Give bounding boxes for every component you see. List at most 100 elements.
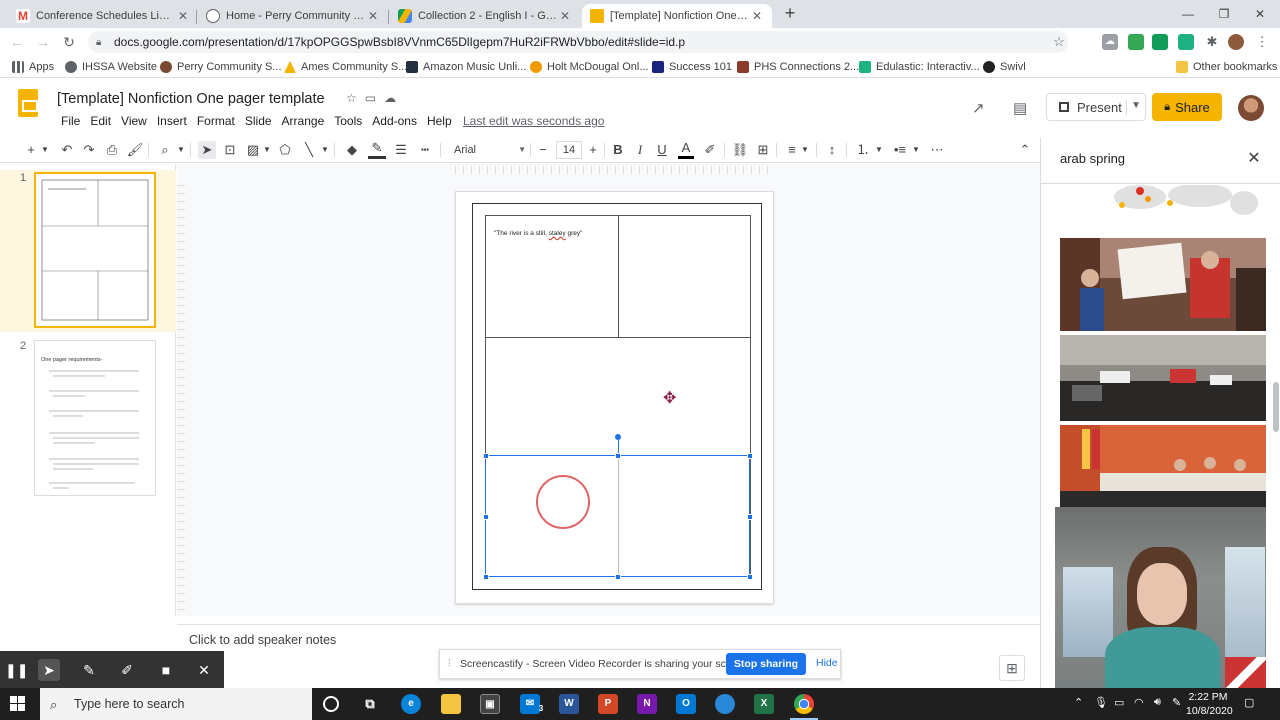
font-family-select[interactable]: Arial ▼: [454, 141, 528, 159]
italic-icon[interactable]: I: [632, 141, 648, 159]
text-color-icon[interactable]: A: [678, 141, 694, 159]
cortana-icon[interactable]: [323, 696, 339, 712]
close-icon[interactable]: ✕: [176, 9, 190, 23]
bookmark-amazon-music[interactable]: Amazon Music Unli...: [406, 59, 526, 75]
paint-format-icon[interactable]: 🖌︎: [126, 141, 144, 159]
close-icon[interactable]: ✕: [193, 659, 215, 681]
more-options-icon[interactable]: ⋯: [928, 141, 946, 159]
taskbar-clock[interactable]: 2:22 PM 10/8/2020: [1186, 690, 1233, 718]
notifications-icon[interactable]: ▢: [1244, 696, 1254, 709]
add-comment-icon[interactable]: ⊞: [754, 141, 772, 159]
bold-icon[interactable]: B: [610, 141, 626, 159]
menu-arrange[interactable]: Arrange: [277, 112, 330, 130]
image-result-map[interactable]: [1060, 185, 1266, 227]
forward-icon[interactable]: →: [34, 33, 52, 51]
chrome-icon[interactable]: [794, 694, 814, 714]
image-icon[interactable]: ▨: [244, 141, 262, 159]
link-icon[interactable]: ⛓: [731, 141, 749, 159]
close-icon[interactable]: ✕: [558, 9, 572, 23]
line-spacing-icon[interactable]: ↕: [823, 141, 841, 159]
reload-icon[interactable]: ↻: [60, 33, 78, 51]
star-icon[interactable]: ☆: [346, 91, 357, 105]
numbered-list-icon[interactable]: ⒈: [854, 141, 872, 159]
activity-trend-icon[interactable]: ↗: [972, 99, 985, 117]
highlight-icon[interactable]: ✐: [702, 141, 718, 159]
close-icon[interactable]: ✕: [750, 9, 764, 23]
new-tab-button[interactable]: +: [780, 4, 800, 24]
text-box-icon[interactable]: ⊡: [221, 141, 239, 159]
menu-help[interactable]: Help: [422, 112, 457, 130]
camera-icon[interactable]: ■: [155, 659, 177, 681]
bookmark-phs[interactable]: PHS Connections 2...: [737, 59, 859, 75]
image-result-conference[interactable]: [1060, 425, 1266, 509]
line-icon[interactable]: ╲: [300, 141, 318, 159]
minimize-icon[interactable]: —: [1170, 0, 1206, 28]
microphone-icon[interactable]: 🎙︎: [1094, 696, 1108, 709]
cursor-icon[interactable]: ➤: [38, 659, 60, 681]
tab-perry-home[interactable]: Home - Perry Community School ✕: [198, 4, 388, 28]
tab-gmail[interactable]: M Conference Schedules Link - wen ✕: [8, 4, 198, 28]
outlook-icon[interactable]: O: [676, 694, 696, 714]
increase-font-size-icon[interactable]: +: [586, 141, 600, 159]
resize-handle-r[interactable]: [747, 514, 753, 520]
menu-file[interactable]: File: [56, 112, 85, 130]
extension-edulastic-icon[interactable]: [1178, 34, 1194, 50]
hide-button[interactable]: Hide: [816, 657, 838, 669]
select-arrow-icon[interactable]: ➤: [198, 141, 216, 159]
menu-edit[interactable]: Edit: [85, 112, 116, 130]
volume-icon[interactable]: 🔊︎: [1154, 696, 1161, 709]
border-color-icon[interactable]: ✎: [368, 141, 386, 159]
network-icon[interactable]: ▭: [1114, 696, 1124, 709]
redo-icon[interactable]: ↷: [80, 141, 98, 159]
pen-tray-icon[interactable]: ✎: [1172, 696, 1181, 709]
new-slide-icon[interactable]: +: [24, 141, 38, 159]
undo-icon[interactable]: ↶: [58, 141, 76, 159]
slide-thumbnail-2[interactable]: One pager requirements-: [34, 340, 156, 496]
extension-cloud-icon[interactable]: ☁: [1102, 34, 1118, 50]
bookmark-ihssa[interactable]: IHSSA Website: [65, 59, 157, 75]
resize-handle-l[interactable]: [483, 514, 489, 520]
share-button[interactable]: 🔒︎ Share: [1152, 93, 1222, 121]
profile-avatar-icon[interactable]: [1228, 34, 1244, 50]
comment-icon[interactable]: ▤: [1013, 99, 1027, 117]
print-icon[interactable]: ⎙: [103, 141, 121, 159]
bookmark-ames[interactable]: Ames Community S...: [284, 59, 407, 75]
last-edit-link[interactable]: Last edit was seconds ago: [463, 114, 604, 128]
explore-search-query[interactable]: arab spring: [1060, 151, 1125, 166]
add-note-icon[interactable]: ⊞: [999, 655, 1025, 681]
pen-icon[interactable]: ✎: [78, 659, 100, 681]
image-result-protest[interactable]: [1060, 238, 1266, 331]
tab-collection[interactable]: Collection 2 - English I - Google ✕: [390, 4, 580, 28]
cloud-status-icon[interactable]: ☁: [384, 91, 396, 105]
close-icon[interactable]: ✕: [1245, 148, 1263, 168]
chevron-down-icon[interactable]: ▼: [262, 141, 272, 159]
powerpoint-icon[interactable]: P: [598, 694, 618, 714]
underline-icon[interactable]: U: [654, 141, 670, 159]
store-icon[interactable]: ▣: [480, 694, 500, 714]
zoom-icon[interactable]: ⌕: [156, 141, 174, 159]
bookmark-apps[interactable]: Apps: [12, 59, 54, 75]
menu-view[interactable]: View: [116, 112, 152, 130]
border-dash-icon[interactable]: ┅: [416, 141, 434, 159]
avatar[interactable]: [1238, 95, 1264, 121]
bookmark-success[interactable]: Success 101: [652, 59, 732, 75]
speaker-notes[interactable]: Click to add speaker notes: [177, 624, 1040, 650]
bulleted-list-icon[interactable]: •≡: [891, 141, 909, 159]
drag-grip-icon[interactable]: ⁞: [448, 658, 451, 669]
bookmark-star-icon[interactable]: ☆: [1050, 34, 1068, 50]
resize-handle-tr[interactable]: [747, 453, 753, 459]
image-result-street-march[interactable]: [1060, 335, 1266, 421]
menu-insert[interactable]: Insert: [152, 112, 192, 130]
move-folder-icon[interactable]: ▭: [365, 91, 376, 105]
taskbar-search[interactable]: ⌕ Type here to search: [40, 688, 312, 720]
slides-logo-icon[interactable]: [18, 89, 38, 117]
wifi-icon[interactable]: ◠: [1134, 696, 1144, 709]
pause-icon[interactable]: ❚❚: [5, 659, 28, 681]
url-bar[interactable]: 🔒︎ docs.google.com/presentation/d/17kpOP…: [88, 31, 1068, 53]
slide-thumbnail-1[interactable]: [34, 172, 156, 328]
resize-handle-t[interactable]: [615, 453, 621, 459]
selected-shape[interactable]: [485, 455, 750, 577]
tray-chevron-icon[interactable]: ⌃: [1074, 696, 1083, 709]
task-view-icon[interactable]: ⧉: [360, 694, 380, 714]
back-icon[interactable]: ←: [8, 33, 26, 51]
